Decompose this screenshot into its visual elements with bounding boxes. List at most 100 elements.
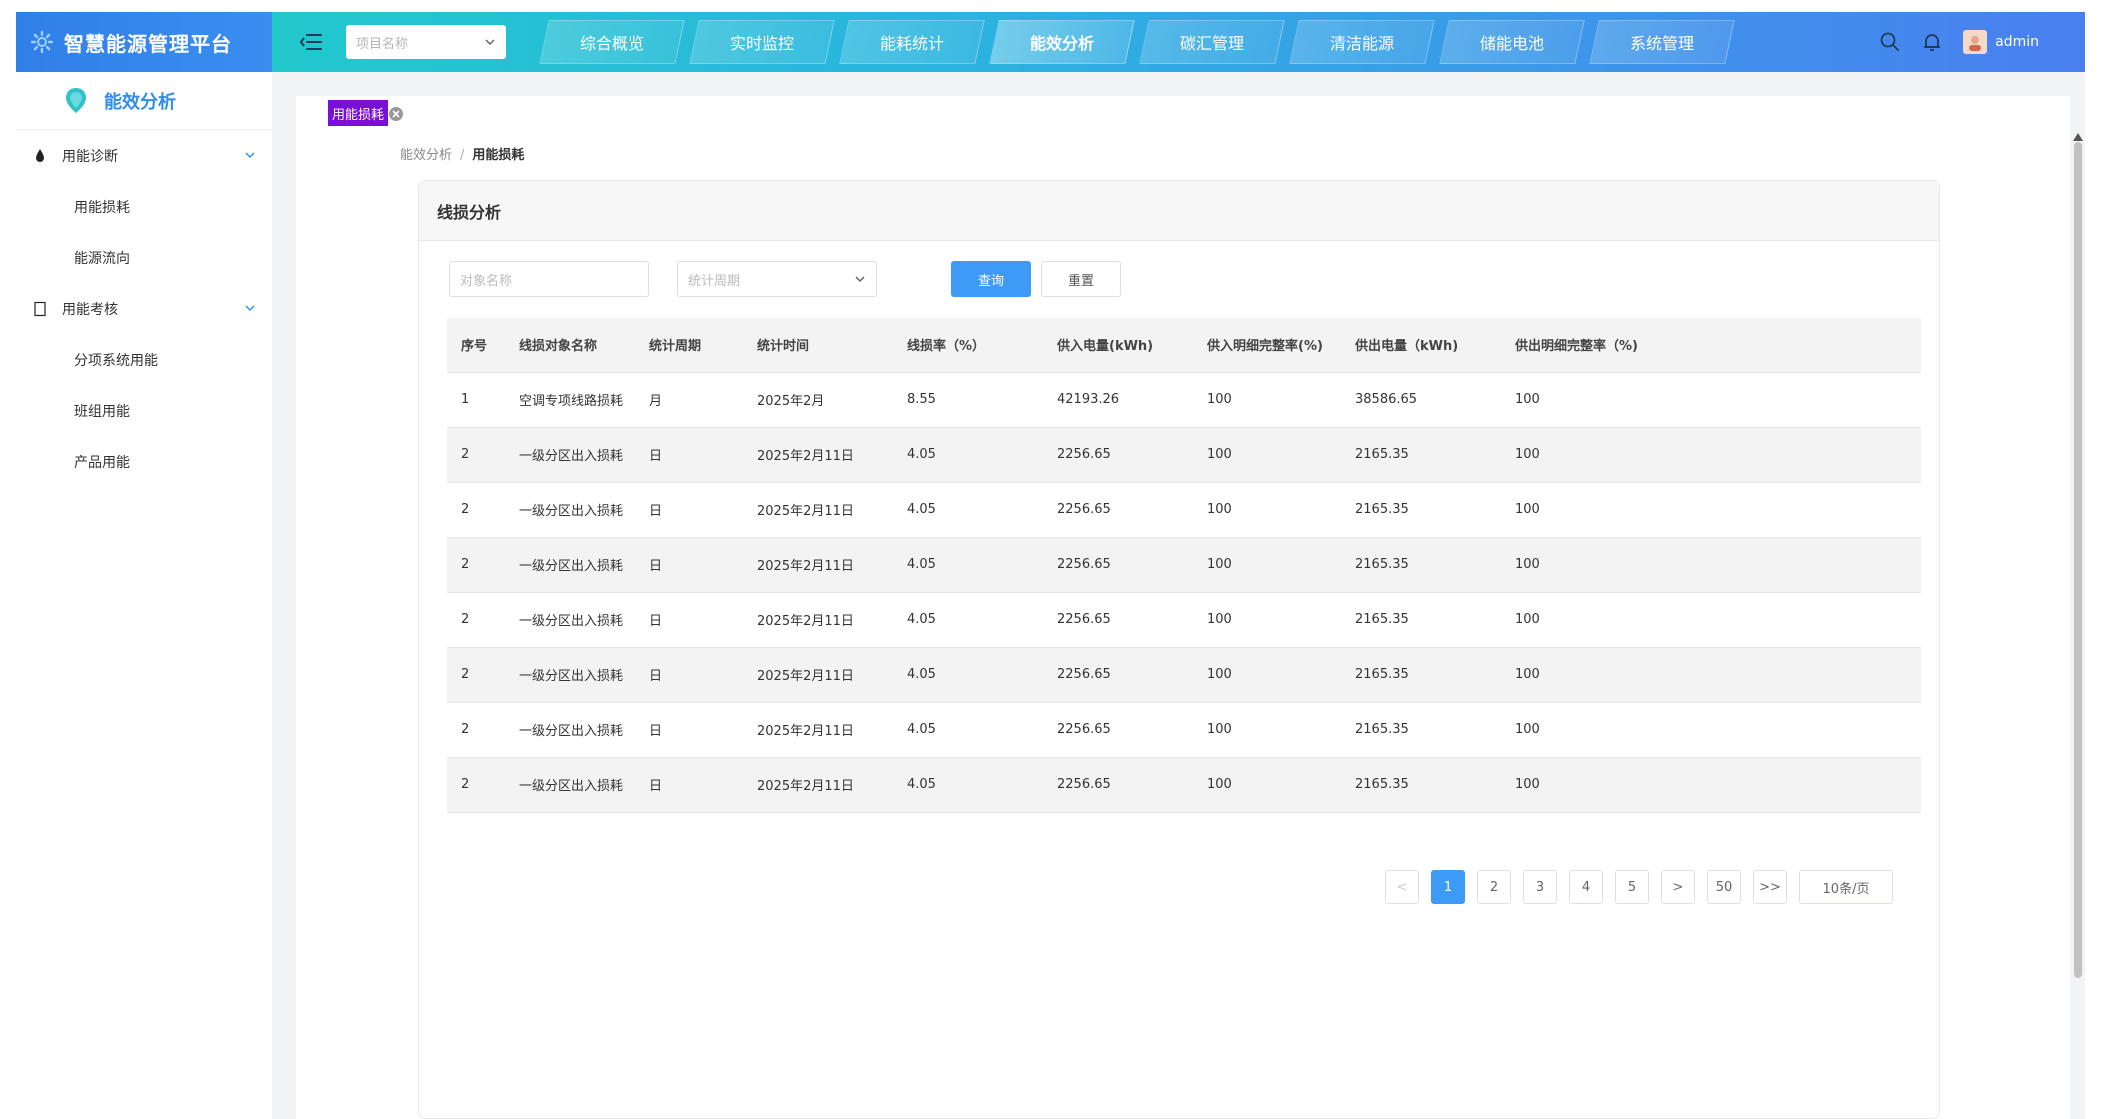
cell-time: 2025年2月11日 — [743, 702, 893, 758]
table-row[interactable]: 2 一级分区出入损耗 日 2025年2月11日 4.05 2256.65 100… — [447, 592, 1921, 648]
prev-page-button[interactable]: < — [1385, 870, 1419, 904]
col-supply-out: 供出电量（kWh) — [1341, 318, 1501, 373]
breadcrumb-parent[interactable]: 能效分析 — [400, 148, 452, 163]
cell-supply-in: 2256.65 — [1043, 537, 1193, 593]
table-row[interactable]: 2 一级分区出入损耗 日 2025年2月11日 4.05 2256.65 100… — [447, 537, 1921, 593]
close-icon[interactable] — [388, 106, 404, 122]
cell-index: 2 — [447, 537, 505, 593]
sidebar-header: 能效分析 — [16, 72, 272, 130]
nav-label: 清洁能源 — [1329, 34, 1394, 53]
cell-supply-out-completeness: 100 — [1501, 372, 1921, 428]
avatar[interactable] — [1963, 30, 1988, 54]
sidebar-group-energy-assessment[interactable]: 用能考核 — [16, 283, 272, 334]
brand-title: 智慧能源管理平台 — [64, 31, 232, 56]
sidebar-item-product-energy[interactable]: 产品用能 — [16, 436, 272, 487]
nav-efficiency-analysis[interactable]: 能效分析 — [989, 20, 1135, 64]
location-pin-icon — [66, 87, 86, 113]
col-supply-in-completeness: 供入明细完整率(%) — [1193, 318, 1341, 373]
top-header: 智慧能源管理平台 项目名称 综合概览 实时监控 能耗统计 能效分析 碳汇管理 清… — [16, 12, 2085, 72]
project-select-placeholder: 项目名称 — [356, 36, 409, 52]
table-row[interactable]: 2 一级分区出入损耗 日 2025年2月11日 4.05 2256.65 100… — [447, 702, 1921, 758]
bell-icon[interactable] — [1921, 31, 1943, 53]
cell-supply-in-completeness: 100 — [1193, 427, 1341, 483]
sidebar-group-label: 用能诊断 — [62, 148, 118, 165]
top-nav: 综合概览 实时监控 能耗统计 能效分析 碳汇管理 清洁能源 储能电池 系统管理 — [539, 20, 1744, 64]
object-name-input[interactable]: 对象名称 — [449, 261, 649, 297]
cell-supply-in-completeness: 100 — [1193, 592, 1341, 648]
nav-label: 实时监控 — [729, 34, 794, 53]
cell-supply-out-completeness: 100 — [1501, 592, 1921, 648]
cell-supply-in: 2256.65 — [1043, 427, 1193, 483]
sidebar-item-team-energy[interactable]: 班组用能 — [16, 385, 272, 436]
nav-clean-energy[interactable]: 清洁能源 — [1289, 20, 1435, 64]
sidebar-item-energy-loss[interactable]: 用能损耗 — [16, 181, 272, 232]
last-page-button[interactable]: 50 — [1707, 870, 1741, 904]
cell-supply-in: 2256.65 — [1043, 592, 1193, 648]
page-button[interactable]: 3 — [1523, 870, 1557, 904]
cell-supply-out: 2165.35 — [1341, 702, 1501, 758]
query-button[interactable]: 查询 — [951, 261, 1031, 297]
sidebar-group-energy-diagnosis[interactable]: 用能诊断 — [16, 130, 272, 181]
reset-button[interactable]: 重置 — [1041, 261, 1121, 297]
nav-system-management[interactable]: 系统管理 — [1589, 20, 1735, 64]
col-period: 统计周期 — [635, 318, 743, 373]
next-page-button[interactable]: > — [1661, 870, 1695, 904]
cell-supply-out-completeness: 100 — [1501, 482, 1921, 538]
cell-loss-rate: 4.05 — [893, 592, 1043, 648]
gear-logo-icon — [30, 30, 54, 54]
vertical-scrollbar[interactable] — [2074, 142, 2082, 978]
nav-carbon-management[interactable]: 碳汇管理 — [1139, 20, 1285, 64]
jump-end-button[interactable]: >> — [1753, 870, 1787, 904]
table-row[interactable]: 2 一级分区出入损耗 日 2025年2月11日 4.05 2256.65 100… — [447, 647, 1921, 703]
cell-supply-out: 2165.35 — [1341, 592, 1501, 648]
cell-index: 2 — [447, 702, 505, 758]
table-row[interactable]: 2 一级分区出入损耗 日 2025年2月11日 4.05 2256.65 100… — [447, 482, 1921, 538]
cell-object-name: 一级分区出入损耗 — [505, 427, 635, 483]
page-button[interactable]: 5 — [1615, 870, 1649, 904]
main-content: 用能损耗 能效分析 / 用能损耗 线损分析 对象名称 统计周期 查询 重置 序号 线… — [296, 96, 2070, 1119]
cell-supply-out: 2165.35 — [1341, 647, 1501, 703]
cell-time: 2025年2月 — [743, 372, 893, 428]
nav-consumption-stats[interactable]: 能耗统计 — [839, 20, 985, 64]
page-size-select[interactable]: 10条/页 — [1799, 870, 1893, 904]
page-button[interactable]: 4 — [1569, 870, 1603, 904]
chevron-down-icon — [855, 276, 865, 283]
table-header-row: 序号 线损对象名称 统计周期 统计时间 线损率（%） 供入电量(kWh) 供入明… — [447, 318, 1921, 373]
period-select[interactable]: 统计周期 — [677, 261, 877, 297]
scroll-up-icon[interactable] — [2072, 132, 2084, 142]
project-select[interactable]: 项目名称 — [346, 25, 506, 59]
tab-energy-loss[interactable]: 用能损耗 — [328, 100, 389, 126]
search-icon[interactable] — [1879, 31, 1901, 53]
sidebar-item-subsystem-energy[interactable]: 分项系统用能 — [16, 334, 272, 385]
document-icon — [34, 301, 46, 316]
cell-object-name: 一级分区出入损耗 — [505, 482, 635, 538]
nav-label: 储能电池 — [1479, 34, 1544, 53]
cell-index: 2 — [447, 647, 505, 703]
table-row[interactable]: 2 一级分区出入损耗 日 2025年2月11日 4.05 2256.65 100… — [447, 427, 1921, 483]
cell-object-name: 空调专项线路损耗 — [505, 372, 635, 428]
sidebar-item-energy-flow[interactable]: 能源流向 — [16, 232, 272, 283]
col-supply-out-completeness: 供出明细完整率（%) — [1501, 318, 1921, 373]
cell-object-name: 一级分区出入损耗 — [505, 647, 635, 703]
table-row[interactable]: 1 空调专项线路损耗 月 2025年2月 8.55 42193.26 100 3… — [447, 372, 1921, 428]
cell-index: 2 — [447, 592, 505, 648]
nav-storage-battery[interactable]: 储能电池 — [1439, 20, 1585, 64]
username[interactable]: admin — [1995, 34, 2039, 50]
cell-supply-in-completeness: 100 — [1193, 702, 1341, 758]
cell-supply-in-completeness: 100 — [1193, 537, 1341, 593]
cell-supply-in-completeness: 100 — [1193, 757, 1341, 813]
breadcrumb: 能效分析 / 用能损耗 — [400, 144, 524, 163]
col-time: 统计时间 — [743, 318, 893, 373]
menu-toggle-icon[interactable] — [300, 32, 322, 52]
cell-supply-out: 2165.35 — [1341, 757, 1501, 813]
nav-overview[interactable]: 综合概览 — [539, 20, 685, 64]
cell-time: 2025年2月11日 — [743, 482, 893, 538]
table-row[interactable]: 2 一级分区出入损耗 日 2025年2月11日 4.05 2256.65 100… — [447, 757, 1921, 813]
cell-supply-in: 2256.65 — [1043, 482, 1193, 538]
drop-icon — [36, 148, 44, 162]
chevron-down-icon — [245, 305, 255, 311]
page-button[interactable]: 1 — [1431, 870, 1465, 904]
cell-period: 日 — [635, 647, 743, 703]
page-button[interactable]: 2 — [1477, 870, 1511, 904]
nav-realtime-monitor[interactable]: 实时监控 — [689, 20, 835, 64]
